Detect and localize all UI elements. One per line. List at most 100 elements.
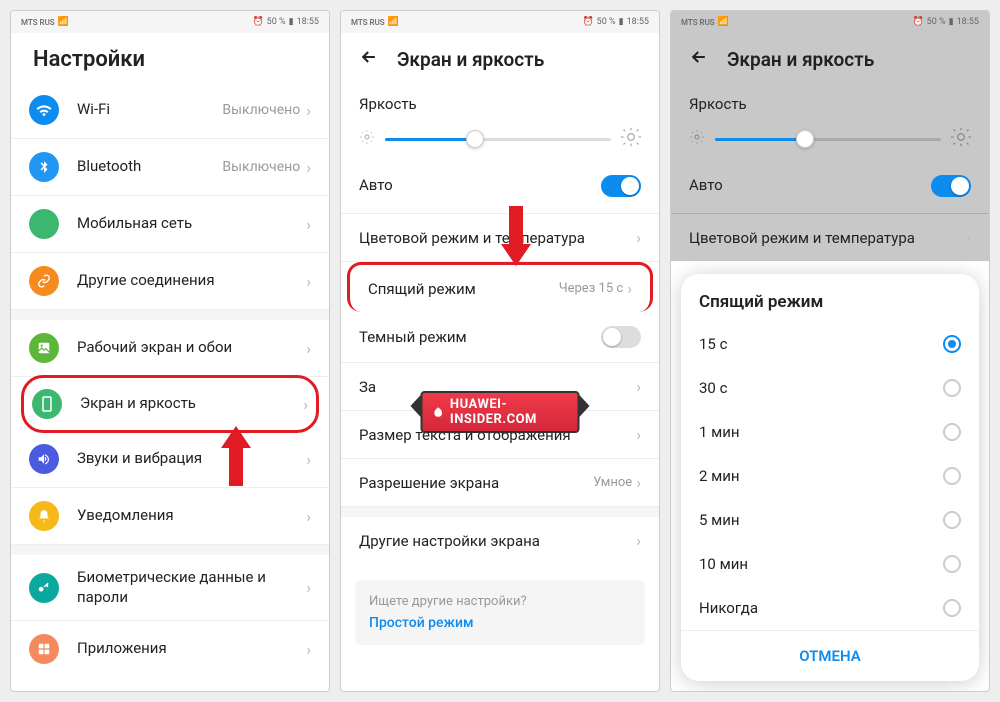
display-settings: Яркость Авто Цветовой режим и температур…: [341, 85, 659, 645]
battery-label: 50 %: [597, 17, 616, 27]
radio-button[interactable]: [943, 423, 961, 441]
radio-label: 5 мин: [699, 511, 943, 529]
settings-item-homescreen[interactable]: Рабочий экран и обои ›: [11, 320, 329, 377]
dark-toggle[interactable]: [601, 326, 641, 348]
auto-label: Авто: [689, 176, 931, 196]
radio-button[interactable]: [943, 511, 961, 529]
chevron-right-icon: ›: [636, 473, 641, 492]
signal-icon: 📶: [718, 17, 729, 27]
page-title: Экран и яркость: [397, 48, 544, 71]
watermark-text: HUAWEI-INSIDER.COM: [450, 397, 568, 427]
radio-button[interactable]: [943, 335, 961, 353]
status-bar: MTS RUS 📶 ⏰ 50 % ▮ 18:55: [671, 11, 989, 33]
display-settings: Яркость Авто Цветовой режим и температур…: [671, 85, 989, 261]
sun-large-icon: [951, 127, 971, 151]
item-color-mode[interactable]: Цветовой режим и температура ›: [671, 214, 989, 261]
red-arrow-annotation: [221, 426, 251, 486]
carrier-label: MTS RUS: [21, 18, 55, 27]
settings-item-notifications[interactable]: Уведомления ›: [11, 488, 329, 545]
radio-option-30s[interactable]: 30 с: [681, 366, 979, 410]
settings-item-mobile[interactable]: Мобильная сеть ›: [11, 196, 329, 253]
settings-item-display[interactable]: Экран и яркость ›: [21, 375, 319, 433]
page-title: Настройки: [11, 33, 329, 82]
key-icon: [29, 573, 59, 603]
item-dark-mode[interactable]: Темный режим: [341, 312, 659, 363]
chevron-right-icon: ›: [636, 377, 641, 396]
phone-screen-2: MTS RUS 📶 ⏰ 50 % ▮ 18:55 Экран и яркость…: [340, 10, 660, 692]
settings-item-connections[interactable]: Другие соединения ›: [11, 253, 329, 310]
display-icon: [32, 389, 62, 419]
auto-toggle[interactable]: [601, 175, 641, 197]
item-label: Другие настройки экрана: [359, 532, 636, 550]
brightness-slider[interactable]: [341, 117, 659, 165]
chevron-right-icon: ›: [306, 450, 311, 469]
battery-icon: ▮: [289, 17, 294, 27]
battery-label: 50 %: [927, 17, 946, 27]
auto-brightness-row[interactable]: Авто: [341, 165, 659, 214]
radio-option-5min[interactable]: 5 мин: [681, 498, 979, 542]
item-sleep[interactable]: Спящий режим Через 15 с ›: [347, 262, 653, 312]
radio-option-never[interactable]: Никогда: [681, 586, 979, 630]
radio-option-2min[interactable]: 2 мин: [681, 454, 979, 498]
radio-button[interactable]: [943, 467, 961, 485]
settings-item-sounds[interactable]: Звуки и вибрация ›: [11, 431, 329, 488]
back-button[interactable]: [359, 47, 379, 71]
chevron-right-icon: ›: [966, 228, 971, 247]
phone-screen-1: MTS RUS 📶 ⏰ 50 % ▮ 18:55 Настройки Wi-Fi…: [10, 10, 330, 692]
chevron-right-icon: ›: [636, 425, 641, 444]
settings-item-label: Уведомления: [77, 506, 306, 526]
item-label: Цветовой режим и температура: [359, 229, 636, 247]
brightness-slider[interactable]: [671, 117, 989, 165]
settings-item-bluetooth[interactable]: Bluetooth Выключено ›: [11, 139, 329, 196]
radio-option-10min[interactable]: 10 мин: [681, 542, 979, 586]
chevron-right-icon: ›: [306, 339, 311, 358]
chevron-right-icon: ›: [306, 215, 311, 234]
radio-button[interactable]: [943, 555, 961, 573]
slider-track[interactable]: [385, 138, 611, 141]
item-other[interactable]: Другие настройки экрана ›: [341, 517, 659, 564]
settings-item-value: Выключено: [222, 102, 300, 118]
chevron-right-icon: ›: [636, 531, 641, 550]
phone-screen-3: MTS RUS 📶 ⏰ 50 % ▮ 18:55 Экран и яркость…: [670, 10, 990, 692]
red-arrow-annotation: [501, 206, 531, 266]
settings-item-label: Bluetooth: [77, 157, 222, 177]
item-label: Разрешение экрана: [359, 474, 593, 492]
radio-label: 1 мин: [699, 423, 943, 441]
apps-icon: [29, 634, 59, 664]
signal-icon: 📶: [388, 17, 399, 27]
radio-button[interactable]: [943, 379, 961, 397]
simple-mode-link[interactable]: Простой режим: [369, 615, 631, 631]
auto-toggle[interactable]: [931, 175, 971, 197]
settings-item-label: Биометрические данные и пароли: [77, 568, 306, 607]
item-resolution[interactable]: Разрешение экрана Умное ›: [341, 459, 659, 507]
settings-item-label: Рабочий экран и обои: [77, 338, 306, 358]
settings-item-biometrics[interactable]: Биометрические данные и пароли ›: [11, 555, 329, 621]
cancel-button[interactable]: ОТМЕНА: [681, 630, 979, 681]
radio-label: 10 мин: [699, 555, 943, 573]
radio-label: 30 с: [699, 379, 943, 397]
radio-label: 15 с: [699, 335, 943, 353]
settings-item-apps[interactable]: Приложения ›: [11, 621, 329, 677]
sleep-modal: Спящий режим 15 с 30 с 1 мин 2 мин 5 мин: [681, 274, 979, 681]
page-title: Экран и яркость: [727, 48, 874, 71]
item-color-mode[interactable]: Цветовой режим и температура ›: [341, 214, 659, 262]
radio-option-1min[interactable]: 1 мин: [681, 410, 979, 454]
settings-item-label: Мобильная сеть: [77, 214, 306, 234]
settings-item-label: Звуки и вибрация: [77, 449, 306, 469]
chevron-right-icon: ›: [306, 507, 311, 526]
radio-option-15s[interactable]: 15 с: [681, 322, 979, 366]
item-label: Спящий режим: [368, 280, 559, 298]
settings-item-label: Wi-Fi: [77, 100, 222, 120]
slider-track[interactable]: [715, 138, 941, 141]
radio-button[interactable]: [943, 599, 961, 617]
back-button[interactable]: [689, 47, 709, 71]
link-icon: [29, 266, 59, 296]
auto-brightness-row[interactable]: Авто: [671, 165, 989, 214]
chevron-right-icon: ›: [636, 228, 641, 247]
battery-label: 50 %: [267, 17, 286, 27]
wifi-icon: [29, 95, 59, 125]
chevron-right-icon: ›: [306, 158, 311, 177]
settings-item-wifi[interactable]: Wi-Fi Выключено ›: [11, 82, 329, 139]
time-label: 18:55: [957, 17, 979, 27]
chevron-right-icon: ›: [627, 279, 632, 298]
